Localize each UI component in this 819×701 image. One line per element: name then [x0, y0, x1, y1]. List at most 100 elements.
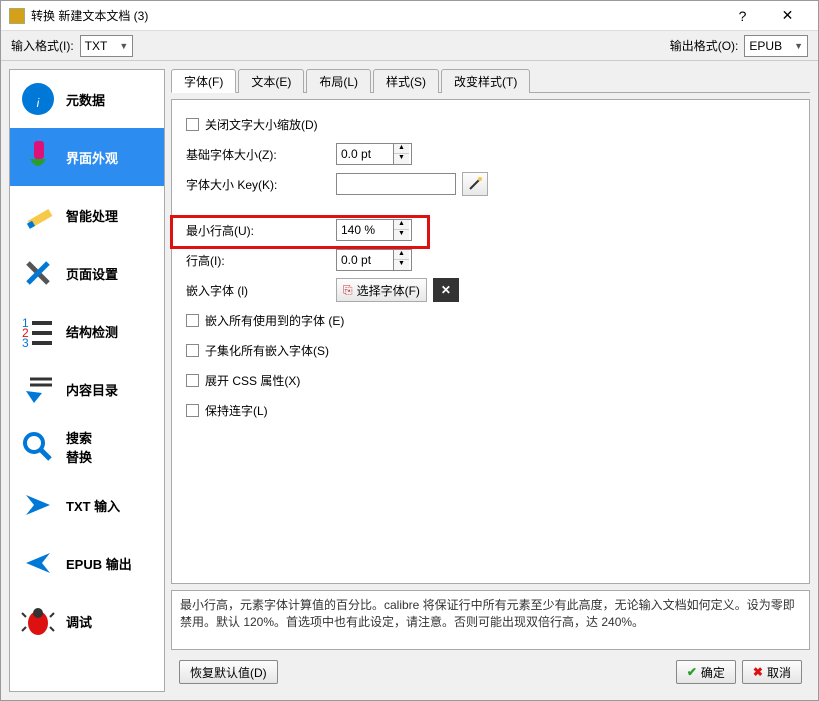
restore-defaults-button[interactable]: 恢复默认值(D): [179, 660, 278, 684]
keep-ligatures-checkbox[interactable]: [186, 404, 199, 417]
help-button[interactable]: ?: [720, 2, 765, 30]
input-format-label: 输入格式(I):: [11, 37, 74, 54]
min-line-input[interactable]: [337, 223, 393, 237]
sidebar-item-label: 元数据: [66, 90, 105, 109]
min-line-spinbox[interactable]: ▲▼: [336, 219, 412, 241]
tab-style[interactable]: 样式(S): [373, 69, 439, 93]
clear-icon: ✕: [441, 283, 451, 297]
disable-rescale-label: 关闭文字大小缩放(D): [205, 116, 318, 133]
svg-text:3: 3: [22, 336, 29, 349]
font-key-label: 字体大小 Key(K):: [186, 176, 336, 193]
dialog-window: 转换 新建文本文档 (3) ? ✕ 输入格式(I): TXT ▼ 输出格式(O)…: [0, 0, 819, 701]
tab-layout[interactable]: 布局(L): [306, 69, 371, 93]
line-height-spinbox[interactable]: ▲▼: [336, 249, 412, 271]
restore-label: 恢复默认值(D): [190, 664, 267, 681]
titlebar: 转换 新建文本文档 (3) ? ✕: [1, 1, 818, 31]
sidebar-item-label: EPUB 输出: [66, 554, 132, 573]
tab-transform[interactable]: 改变样式(T): [441, 69, 530, 93]
check-icon: ✔: [687, 665, 697, 679]
tab-font[interactable]: 字体(F): [171, 69, 236, 93]
cancel-button[interactable]: ✖ 取消: [742, 660, 802, 684]
spin-down-icon[interactable]: ▼: [394, 154, 409, 164]
svg-text:i: i: [37, 96, 40, 110]
sidebar-item-epub-output[interactable]: EPUB 输出: [10, 534, 164, 592]
base-font-spinbox[interactable]: ▲▼: [336, 143, 412, 165]
sidebar-item-search-replace[interactable]: 搜索 替换: [10, 418, 164, 476]
hand-icon: [18, 369, 58, 409]
output-format-label: 输出格式(O):: [670, 37, 739, 54]
spin-up-icon[interactable]: ▲: [394, 250, 409, 260]
sidebar-item-label: 页面设置: [66, 264, 118, 283]
sidebar-item-look-feel[interactable]: 界面外观: [10, 128, 164, 186]
sidebar-item-label: 搜索 替换: [66, 428, 92, 466]
output-format-combo[interactable]: EPUB ▼: [744, 35, 808, 57]
line-height-label: 行高(I):: [186, 252, 336, 269]
font-key-input[interactable]: [336, 173, 456, 195]
sidebar-item-label: 调试: [66, 612, 92, 631]
sidebar-item-page-setup[interactable]: 页面设置: [10, 244, 164, 302]
input-format-combo[interactable]: TXT ▼: [80, 35, 134, 57]
spin-down-icon[interactable]: ▼: [394, 230, 409, 240]
sidebar-item-txt-input[interactable]: TXT 输入: [10, 476, 164, 534]
tools-icon: [18, 253, 58, 293]
arrow-right-icon: [18, 485, 58, 525]
bottom-bar: 恢复默认值(D) ✔ 确定 ✖ 取消: [171, 656, 810, 692]
disable-rescale-checkbox[interactable]: [186, 118, 199, 131]
font-file-icon: ⎘: [343, 283, 353, 298]
list-icon: 123: [18, 311, 58, 351]
window-title: 转换 新建文本文档 (3): [31, 7, 720, 24]
sidebar-item-metadata[interactable]: i 元数据: [10, 70, 164, 128]
spin-down-icon[interactable]: ▼: [394, 260, 409, 270]
ok-button[interactable]: ✔ 确定: [676, 660, 736, 684]
input-format-value: TXT: [85, 39, 108, 53]
sidebar-item-toc[interactable]: 内容目录: [10, 360, 164, 418]
subset-all-label: 子集化所有嵌入字体(S): [205, 342, 329, 359]
sidebar-item-debug[interactable]: 调试: [10, 592, 164, 650]
close-button[interactable]: ✕: [765, 2, 810, 30]
min-line-label: 最小行高(U):: [186, 222, 336, 239]
expand-css-checkbox[interactable]: [186, 374, 199, 387]
base-font-label: 基础字体大小(Z):: [186, 146, 336, 163]
help-panel: 最小行高，元素字体计算值的百分比。calibre 将保证行中所有元素至少有此高度…: [171, 590, 810, 650]
expand-css-label: 展开 CSS 属性(X): [205, 372, 300, 389]
pencil-icon: [18, 195, 58, 235]
bug-icon: [18, 601, 58, 641]
tab-strip: 字体(F) 文本(E) 布局(L) 样式(S) 改变样式(T): [171, 69, 810, 93]
sidebar-item-label: 结构检测: [66, 322, 118, 341]
sidebar-item-label: 内容目录: [66, 380, 118, 399]
spin-up-icon[interactable]: ▲: [394, 144, 409, 154]
help-text: 最小行高，元素字体计算值的百分比。calibre 将保证行中所有元素至少有此高度…: [180, 598, 795, 629]
sidebar-item-label: 智能处理: [66, 206, 118, 225]
sidebar: i 元数据 界面外观 智能处理 页面设置: [9, 69, 165, 692]
arrow-left-icon: [18, 543, 58, 583]
embed-font-label: 嵌入字体 (l): [186, 282, 336, 299]
spin-up-icon[interactable]: ▲: [394, 220, 409, 230]
chevron-down-icon: ▼: [794, 41, 803, 51]
line-height-input[interactable]: [337, 253, 393, 267]
chevron-down-icon: ▼: [119, 41, 128, 51]
form-panel: 关闭文字大小缩放(D) 基础字体大小(Z): ▲▼ 字体大小 Key(K):: [171, 99, 810, 584]
right-column: 字体(F) 文本(E) 布局(L) 样式(S) 改变样式(T) 关闭文字大小缩放…: [171, 69, 810, 692]
embed-all-label: 嵌入所有使用到的字体 (E): [205, 312, 344, 329]
cancel-label: 取消: [767, 664, 791, 681]
subset-all-checkbox[interactable]: [186, 344, 199, 357]
base-font-input[interactable]: [337, 147, 393, 161]
app-icon: [9, 8, 25, 24]
embed-all-checkbox[interactable]: [186, 314, 199, 327]
sidebar-item-heuristic[interactable]: 智能处理: [10, 186, 164, 244]
search-icon: [18, 427, 58, 467]
keep-ligatures-label: 保持连字(L): [205, 402, 268, 419]
sidebar-item-label: 界面外观: [66, 148, 118, 167]
wizard-button[interactable]: [462, 172, 488, 196]
tab-text[interactable]: 文本(E): [238, 69, 304, 93]
clear-font-button[interactable]: ✕: [433, 278, 459, 302]
format-bar: 输入格式(I): TXT ▼ 输出格式(O): EPUB ▼: [1, 31, 818, 61]
sidebar-item-structure[interactable]: 123 结构检测: [10, 302, 164, 360]
sidebar-item-label: TXT 输入: [66, 496, 120, 515]
wand-icon: [467, 176, 483, 192]
output-format-value: EPUB: [749, 39, 782, 53]
info-icon: i: [18, 79, 58, 119]
select-font-button[interactable]: ⎘ 选择字体(F): [336, 278, 427, 302]
brush-icon: [18, 137, 58, 177]
select-font-label: 选择字体(F): [357, 282, 420, 299]
